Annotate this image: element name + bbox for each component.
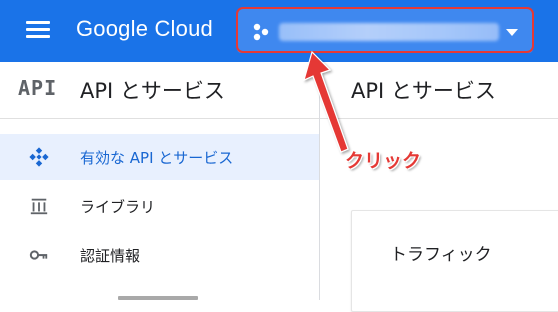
card-title: トラフィック [390,245,492,265]
project-name-redacted [279,23,499,41]
sidebar-item-credentials[interactable]: 認証情報 [0,232,319,278]
library-icon [30,198,48,215]
sidebar-item-label: ライブラリ [80,198,156,216]
key-icon [29,250,48,260]
sidebar-title: API とサービス [80,79,225,103]
annotation-arrow-icon [303,50,349,153]
top-app-bar: Google Cloud [0,0,558,62]
hamburger-menu-icon[interactable] [26,21,50,39]
sidebar-header: API API とサービス [0,62,319,119]
project-dots-icon [253,23,269,41]
sidebar-item-partial [118,296,198,300]
sidebar-item-library[interactable]: ライブラリ [0,183,319,229]
google-cloud-logo[interactable]: Google Cloud [76,14,213,44]
left-sidebar: API API とサービス 有効な API とサービス ライブラリ 認証情報 [0,62,320,300]
page-title: API とサービス [351,79,496,103]
sidebar-item-enabled-apis[interactable]: 有効な API とサービス [0,134,319,180]
annotation-click-label: クリック [345,150,422,172]
api-logo-icon: API [18,76,58,100]
sidebar-item-label: 有効な API とサービス [80,149,234,167]
enabled-apis-icon [29,147,49,167]
project-picker-button[interactable] [237,9,533,53]
sidebar-item-label: 認証情報 [80,247,141,265]
traffic-card: トラフィック [351,210,558,312]
caret-down-icon[interactable] [506,29,518,36]
